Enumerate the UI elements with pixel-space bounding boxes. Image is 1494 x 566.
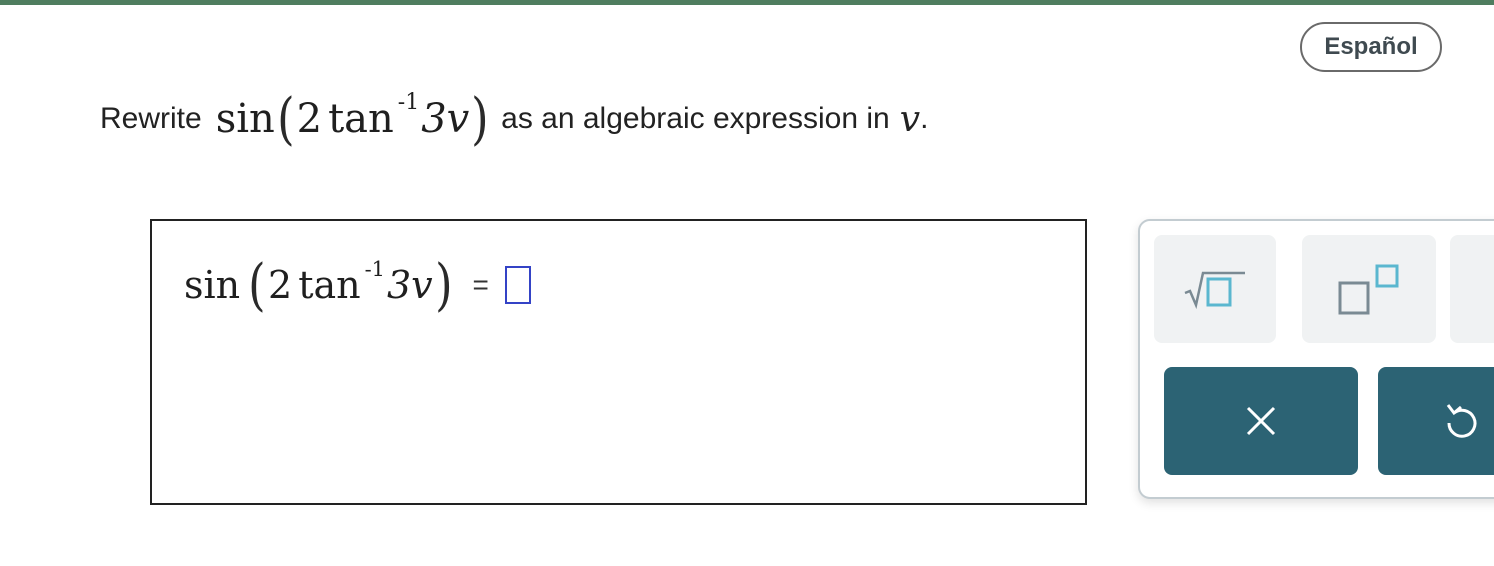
language-toggle-button[interactable]: Español [1300,22,1442,72]
undo-icon [1446,404,1477,438]
answer-close-paren: ) [434,252,453,318]
answer-inner-func: tan [298,263,361,307]
answer-input-slot[interactable] [504,266,531,304]
answer-argument: 3v [386,263,433,307]
question-suffix: as an algebraic expression in [501,102,890,135]
question-coef: 2 [296,96,323,142]
exponent-button[interactable] [1302,235,1436,343]
top-accent-bar [0,0,1494,5]
question-exponent: -1 [397,90,420,115]
more-tools-button[interactable] [1450,235,1494,343]
answer-func: sin [184,263,241,307]
exponent-icon [1338,264,1399,315]
answer-box: sin ( 2 tan -1 3v ) = [150,219,1087,505]
math-tools-panel [1138,219,1494,499]
answer-exponent: -1 [364,257,385,282]
question-expression: sin ( 2 tan -1 3v ) [216,87,491,152]
question-end: . [920,102,929,135]
answer-open-paren: ( [248,252,266,318]
page: Español Rewrite sin ( 2 tan -1 3v ) as a… [0,0,1494,566]
question-variable: v [899,98,921,140]
close-paren: ) [471,86,489,152]
answer-line: sin ( 2 tan -1 3v ) = [184,245,531,325]
square-root-icon [1184,271,1245,309]
square-root-button[interactable] [1154,235,1276,343]
question-func: sin [215,96,275,142]
close-icon [1246,406,1276,436]
equals-sign: = [472,269,489,300]
question-inner-func: tan [328,96,394,142]
clear-button[interactable] [1164,367,1358,475]
open-paren: ( [276,86,295,152]
answer-lhs-expression: sin ( 2 tan -1 3v ) [184,253,454,318]
question-prompt: Rewrite sin ( 2 tan -1 3v ) as an algebr… [100,84,928,154]
question-argument: 3v [421,96,470,142]
undo-button[interactable] [1378,367,1494,475]
question-prefix: Rewrite [100,102,202,135]
answer-coef: 2 [268,263,293,307]
